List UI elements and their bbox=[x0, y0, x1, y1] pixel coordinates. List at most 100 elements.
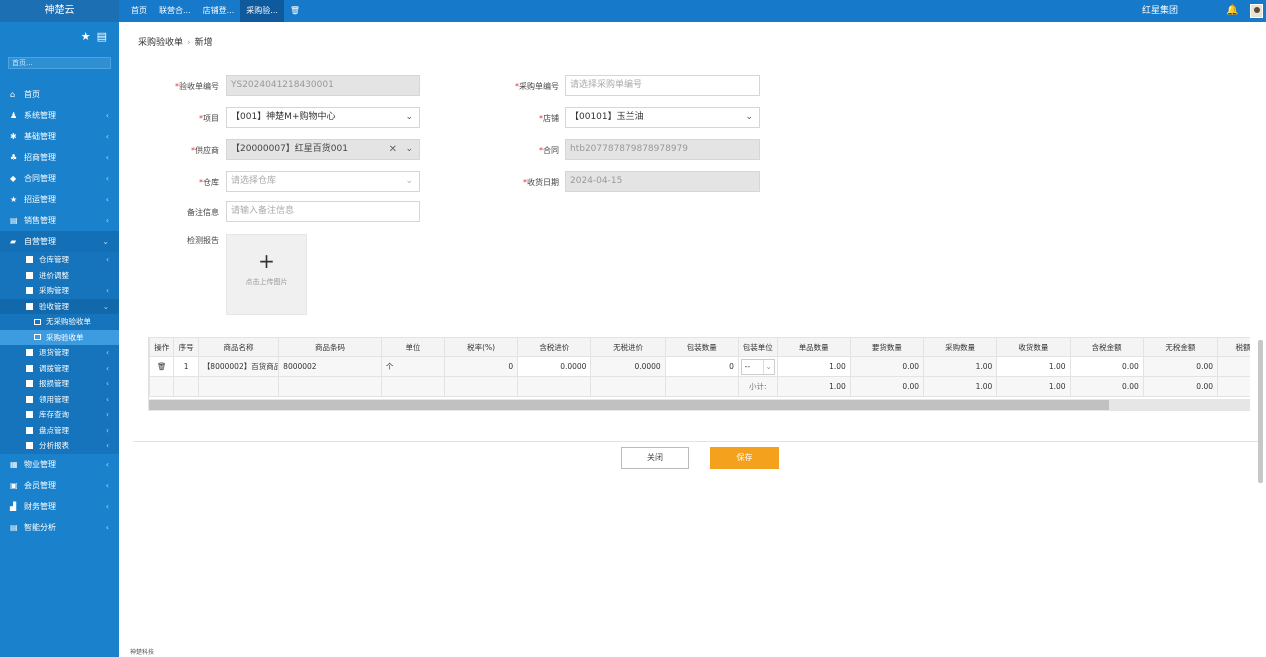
sidebar-search-input[interactable]: 首页... bbox=[8, 57, 111, 69]
chevron-left-icon: ‹ bbox=[105, 501, 109, 511]
warehouse-select[interactable]: 请选择仓库 ⌄ bbox=[226, 171, 420, 192]
remark-input[interactable]: 请输入备注信息 bbox=[226, 201, 420, 222]
chevron-left-icon: ‹ bbox=[106, 410, 109, 419]
chevron-down-icon: ⌄ bbox=[102, 301, 109, 311]
sidebar-subitem-receipt[interactable]: 验收管理 ⌄ bbox=[0, 298, 119, 314]
sidebar-subitem-loss[interactable]: 报损管理 ‹ bbox=[0, 376, 119, 392]
home-icon: ⌂ bbox=[10, 90, 16, 99]
trash-icon: 🗑 bbox=[156, 362, 167, 371]
document-icon[interactable]: ▤ bbox=[97, 30, 107, 43]
table-horizontal-scrollbar[interactable] bbox=[148, 399, 1250, 411]
recv-qty-input[interactable]: 1.00 bbox=[996, 356, 1071, 377]
col-name: 商品名称 bbox=[197, 337, 280, 357]
sidebar-subitem-purchase[interactable]: 采购管理 ‹ bbox=[0, 283, 119, 299]
breadcrumb-separator: › bbox=[187, 38, 191, 48]
sidebar-subitem-requisition[interactable]: 领用管理 ‹ bbox=[0, 392, 119, 408]
sidebar-subitem-warehouse[interactable]: 仓库管理 ‹ bbox=[0, 252, 119, 268]
sidebar-item-basic[interactable]: ✱ 基础管理 ‹ bbox=[0, 126, 119, 147]
pack-unit-select[interactable]: -- ⌄ bbox=[740, 358, 775, 375]
receipt-no-label: *验收单编号 bbox=[175, 82, 219, 91]
trash-icon[interactable]: 🗑 bbox=[284, 0, 300, 22]
sidebar-item-system[interactable]: ♟ 系统管理 ‹ bbox=[0, 105, 119, 126]
sidebar-subitem-po-receipt[interactable]: 采购验收单 bbox=[0, 329, 119, 345]
tab-joint-contract[interactable]: 联营合... bbox=[153, 0, 197, 22]
sidebar: ★ ▤ 首页... ⌂ 首页 ♟ 系统管理 ‹ ✱ 基础管理 ‹ ♣ 招商管理 ‹ ◆ 合同管理… bbox=[0, 22, 119, 657]
sidebar-item-operation[interactable]: ★ 招运管理 ‹ bbox=[0, 189, 119, 210]
tab-store-register[interactable]: 店铺登... bbox=[197, 0, 241, 22]
sidebar-subitem-transfer[interactable]: 调拨管理 ‹ bbox=[0, 361, 119, 377]
contract-icon: ◆ bbox=[10, 174, 17, 183]
chevron-left-icon: ‹ bbox=[106, 441, 109, 450]
folder-icon: ▰ bbox=[10, 237, 17, 246]
pack-qty-input[interactable]: 0 bbox=[664, 356, 739, 377]
chevron-down-icon: ⌄ bbox=[745, 112, 753, 122]
window-icon bbox=[26, 302, 33, 310]
sidebar-item-analysis[interactable]: ▤ 智能分析 ‹ bbox=[0, 517, 119, 538]
chevron-down-icon: ⌄ bbox=[405, 112, 413, 122]
close-button[interactable]: 关闭 bbox=[621, 447, 689, 469]
sidebar-subitem-price-adjust[interactable]: 进价调整 bbox=[0, 268, 119, 284]
tab-purchase-receipt[interactable]: 采购验... bbox=[240, 0, 284, 26]
amt-tax-input[interactable]: 0.00 bbox=[1069, 356, 1144, 377]
window-icon bbox=[26, 349, 33, 357]
sidebar-subitem-no-po-receipt[interactable]: 无采购验收单 bbox=[0, 314, 119, 330]
building-icon: ▦ bbox=[10, 459, 18, 469]
sidebar-item-self-operated[interactable]: ▰ 自营管理 ⌄ bbox=[0, 231, 119, 252]
sidebar-item-sales[interactable]: ▤ 销售管理 ‹ bbox=[0, 210, 119, 231]
chevron-left-icon: ‹ bbox=[106, 379, 109, 388]
window-icon bbox=[26, 271, 33, 279]
col-tax: 税额 bbox=[1217, 337, 1250, 357]
po-no-input[interactable]: 请选择采购单编号 bbox=[565, 75, 760, 96]
table-row: 🗑 1 【8000002】百货商品2 8000002 个 0 0.0000 0.… bbox=[149, 356, 1250, 377]
sidebar-item-leasing[interactable]: ♣ 招商管理 ‹ bbox=[0, 147, 119, 168]
col-req-qty: 要货数量 bbox=[849, 337, 925, 357]
window-icon bbox=[26, 364, 33, 372]
col-barcode: 商品条码 bbox=[278, 337, 382, 357]
main-content: 采购验收单 › 新增 *验收单编号 YS2024041218430001 *采购单编… bbox=[119, 22, 1266, 657]
upload-image-button[interactable]: + 点击上传图片 bbox=[226, 234, 307, 315]
sidebar-item-contract[interactable]: ◆ 合同管理 ‹ bbox=[0, 168, 119, 189]
company-name[interactable]: 红星集团 bbox=[1142, 0, 1178, 22]
avatar[interactable] bbox=[1250, 4, 1263, 18]
col-action: 操作 bbox=[149, 337, 175, 357]
star-icon[interactable]: ★ bbox=[81, 30, 91, 43]
sidebar-subitem-inventory[interactable]: 盘点管理 ‹ bbox=[0, 423, 119, 439]
chevron-left-icon: ‹ bbox=[105, 216, 109, 225]
item-qty-input[interactable]: 1.00 bbox=[776, 356, 851, 377]
col-pack-qty: 包装数量 bbox=[664, 337, 739, 357]
chevron-down-icon: ⌄ bbox=[405, 144, 413, 154]
sidebar-item-member[interactable]: ▣ 会员管理 ‹ bbox=[0, 475, 119, 496]
save-button[interactable]: 保存 bbox=[710, 447, 779, 469]
chevron-down-icon: ⌄ bbox=[763, 359, 772, 374]
brand-logo[interactable]: 神楚云 bbox=[0, 0, 119, 22]
chevron-left-icon: ‹ bbox=[106, 363, 109, 373]
submenu-receipt: 无采购验收单 采购验收单 bbox=[0, 314, 119, 345]
sidebar-item-property[interactable]: ▦ 物业管理 ‹ bbox=[0, 454, 119, 475]
project-select[interactable]: 【001】神楚M+购物中心 ⌄ bbox=[226, 107, 420, 128]
table-header-row: 操作 序号 商品名称 商品条码 单位 税率(%) 含税进价 无税进价 包装数量 … bbox=[149, 337, 1250, 357]
sidebar-subitem-reports[interactable]: 分析报表 ‹ bbox=[0, 438, 119, 454]
chevron-left-icon: ‹ bbox=[106, 255, 109, 264]
store-select[interactable]: 【00101】玉兰油 ⌄ bbox=[565, 107, 760, 128]
chevron-down-icon: ⌄ bbox=[405, 176, 413, 186]
scrollbar-thumb[interactable] bbox=[149, 400, 1109, 410]
tab-home[interactable]: 首页 bbox=[125, 0, 153, 22]
po-no-label: *采购单编号 bbox=[515, 82, 559, 91]
breadcrumb-current: 新增 bbox=[194, 38, 213, 48]
contract-label: *合同 bbox=[539, 146, 559, 155]
contract-field: htb207787879878978979 bbox=[565, 139, 760, 160]
delete-row-button[interactable]: 🗑 bbox=[149, 356, 175, 377]
sidebar-item-home[interactable]: ⌂ 首页 bbox=[0, 84, 119, 105]
chevron-left-icon: ‹ bbox=[106, 394, 109, 404]
window-icon bbox=[26, 256, 33, 264]
bell-icon[interactable]: 🔔 bbox=[1226, 0, 1238, 22]
sidebar-item-finance[interactable]: ▟ 财务管理 ‹ bbox=[0, 496, 119, 517]
breadcrumb-parent[interactable]: 采购验收单 bbox=[138, 38, 183, 48]
sidebar-subitem-return[interactable]: 退货管理 ‹ bbox=[0, 345, 119, 361]
sidebar-subitem-stock-query[interactable]: 库存查询 ‹ bbox=[0, 407, 119, 423]
store-label: *店铺 bbox=[539, 114, 559, 123]
price-tax-input[interactable]: 0.0000 bbox=[517, 356, 592, 377]
page-vertical-scrollbar[interactable] bbox=[1258, 340, 1263, 483]
col-amt-notax: 无税金额 bbox=[1142, 337, 1219, 357]
tab-bar: 首页 联营合... 店铺登... 采购验... 🗑 bbox=[125, 0, 300, 26]
